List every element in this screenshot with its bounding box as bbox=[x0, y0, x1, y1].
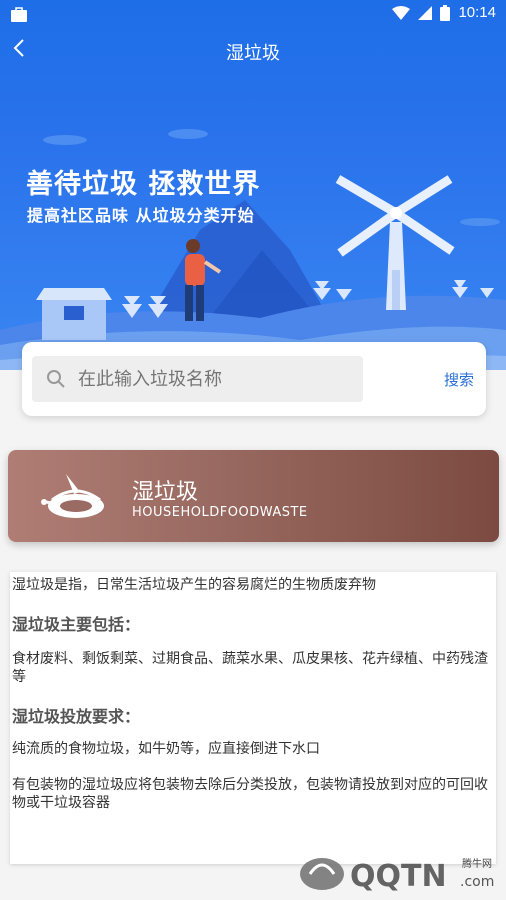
banner-slogan-sub: 提高社区品味 从垃圾分类开始 bbox=[27, 206, 255, 225]
wifi-icon bbox=[392, 5, 411, 20]
food-waste-icon bbox=[41, 474, 104, 518]
category-banner bbox=[8, 450, 499, 542]
svg-text:.com: .com bbox=[460, 874, 494, 890]
search-field[interactable] bbox=[32, 356, 363, 402]
title-bar: 湿垃圾 bbox=[0, 30, 506, 70]
content-card: 湿垃圾是指，日常生活垃圾产生的容易腐烂的生物质废弃物 湿垃圾主要包括： 食材废料… bbox=[10, 572, 496, 864]
search-button[interactable]: 搜索 bbox=[444, 369, 474, 390]
category-name: 湿垃圾 bbox=[132, 480, 199, 505]
requirement-item: 有包装物的湿垃圾应将包装物去除后分类投放，包装物请投放到对应的可回收物或干垃圾容… bbox=[12, 777, 488, 811]
status-bar: 10:14 bbox=[0, 0, 506, 30]
search-icon bbox=[47, 370, 65, 388]
shopping-bag-icon bbox=[11, 7, 27, 22]
search-input[interactable] bbox=[76, 367, 340, 391]
category-english-name: HOUSEHOLDFOODWASTE bbox=[132, 505, 308, 520]
includes-text: 食材废料、剩饭剩菜、过期食品、蔬菜水果、瓜皮果核、花卉绿植、中药残渣等 bbox=[12, 651, 488, 685]
page-title: 湿垃圾 bbox=[226, 43, 280, 64]
requirements-heading: 湿垃圾投放要求： bbox=[12, 707, 141, 726]
definition-text: 湿垃圾是指，日常生活垃圾产生的容易腐烂的生物质废弃物 bbox=[12, 577, 376, 593]
requirement-item: 纯流质的食物垃圾，如牛奶等，应直接倒进下水口 bbox=[12, 741, 320, 757]
includes-heading: 湿垃圾主要包括： bbox=[12, 615, 141, 634]
status-time: 10:14 bbox=[458, 4, 496, 21]
watermark-logo: QQTN .com bbox=[300, 858, 494, 894]
battery-icon bbox=[440, 4, 451, 21]
search-card: 搜索 bbox=[22, 342, 486, 416]
svg-text:QQTN: QQTN bbox=[350, 859, 447, 894]
banner-slogan-main: 善待垃圾 拯救世界 bbox=[26, 169, 261, 200]
signal-icon bbox=[418, 5, 433, 20]
